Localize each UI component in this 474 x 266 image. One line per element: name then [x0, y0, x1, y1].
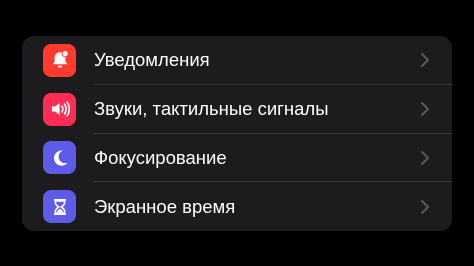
settings-row-label: Экранное время [94, 195, 236, 217]
settings-row-sounds[interactable]: Звуки, тактильные сигналы [22, 85, 452, 134]
speaker-sound-icon [49, 98, 71, 120]
chevron-right-icon [420, 199, 430, 215]
notifications-icon-tile [43, 43, 76, 77]
settings-row-label: Звуки, тактильные сигналы [94, 98, 329, 120]
moon-icon [49, 147, 71, 169]
settings-row-screen-time[interactable]: Экранное время [22, 182, 452, 231]
chevron-right-icon [420, 101, 430, 117]
settings-group: Уведомления Звуки, тактильные сигналы Фо… [22, 36, 452, 231]
sounds-icon-tile [43, 92, 76, 126]
settings-row-notifications[interactable]: Уведомления [22, 36, 452, 85]
settings-row-label: Уведомления [94, 49, 210, 71]
screen-time-icon-tile [43, 190, 76, 224]
chevron-right-icon [420, 150, 430, 166]
focus-icon-tile [43, 141, 76, 175]
notifications-bell-icon [49, 49, 71, 71]
hourglass-icon [49, 196, 71, 218]
chevron-right-icon [420, 52, 430, 68]
settings-row-label: Фокусирование [94, 146, 227, 168]
settings-row-focus[interactable]: Фокусирование [22, 134, 452, 183]
